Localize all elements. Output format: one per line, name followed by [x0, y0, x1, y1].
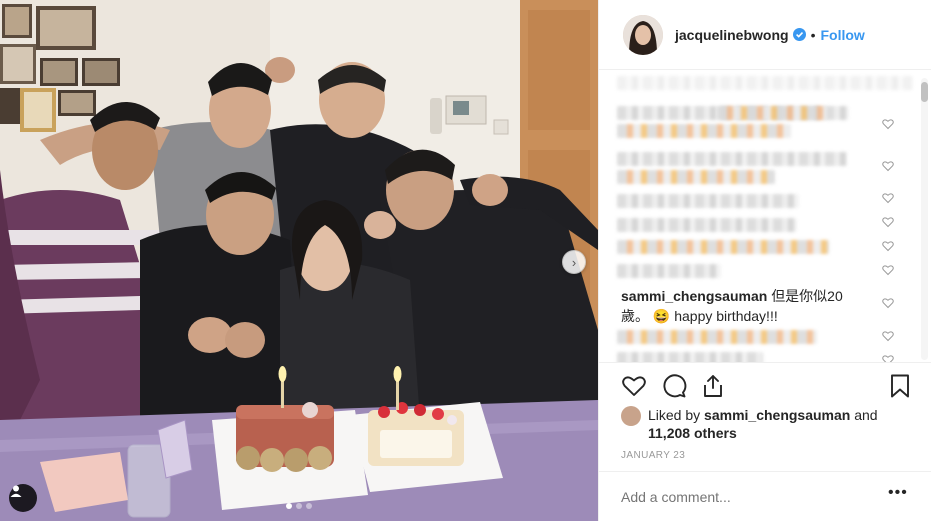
blurred-comment: [617, 330, 817, 344]
blurred-comment: [617, 240, 829, 254]
post-actions: [599, 362, 931, 408]
more-options-icon[interactable]: •••: [888, 484, 908, 504]
carousel-dot: [286, 503, 292, 509]
heart-icon[interactable]: [882, 160, 894, 172]
blurred-comment: [617, 76, 913, 90]
post-date[interactable]: JANUARY 23: [621, 450, 685, 461]
avatar-image: [623, 14, 663, 55]
comment-username[interactable]: sammi_chengsauman: [621, 288, 767, 304]
header-separator: •: [810, 26, 816, 43]
comment-input[interactable]: [621, 488, 881, 506]
likes-summary: Liked by sammi_chengsauman and 11,208 ot…: [621, 406, 921, 442]
post-sidebar: jacquelinebwong • Follow sammi_chengsaum…: [598, 0, 931, 521]
heart-icon[interactable]: [882, 240, 894, 252]
carousel-indicator: [0, 503, 598, 509]
bookmark-icon[interactable]: [887, 373, 913, 399]
liker-username[interactable]: sammi_chengsauman: [704, 407, 850, 423]
heart-icon[interactable]: [621, 373, 647, 399]
chevron-right-icon: ›: [571, 254, 577, 270]
heart-icon[interactable]: [882, 330, 894, 342]
comment-icon[interactable]: [661, 373, 687, 399]
blurred-comment: [617, 264, 721, 278]
comments-list[interactable]: sammi_chengsauman 但是你似20歲。 😆 happy birth…: [599, 72, 921, 362]
heart-icon[interactable]: [882, 192, 894, 204]
carousel-next-button[interactable]: ›: [562, 250, 586, 274]
blurred-comment: [617, 352, 763, 362]
blurred-comment: [617, 194, 799, 208]
heart-icon[interactable]: [882, 118, 894, 130]
blurred-comment: [617, 170, 775, 184]
carousel-dot: [296, 503, 302, 509]
scrollbar-thumb[interactable]: [921, 82, 928, 102]
liker-avatar[interactable]: [621, 406, 641, 426]
share-icon[interactable]: [700, 373, 726, 399]
comments-scrollbar[interactable]: [921, 78, 928, 360]
likes-conjunction: and: [854, 407, 878, 423]
user-icon: [10, 485, 22, 497]
blurred-comment: [717, 106, 827, 120]
post-header: jacquelinebwong • Follow: [599, 0, 931, 70]
heart-icon[interactable]: [882, 264, 894, 276]
author-username[interactable]: jacquelinebwong: [675, 27, 789, 43]
add-comment-bar: •••: [599, 471, 931, 521]
blurred-comment: [617, 124, 791, 138]
heart-icon[interactable]: [882, 216, 894, 228]
likes-prefix: Liked by: [648, 407, 701, 423]
blurred-comment: [617, 152, 847, 166]
post-viewer: › jacquelinebwong • Follow sammi_chengsa…: [0, 0, 931, 521]
follow-button[interactable]: Follow: [820, 27, 864, 43]
post-photo[interactable]: ›: [0, 0, 598, 521]
verified-badge-icon: [792, 28, 806, 41]
likes-text: Liked by sammi_chengsauman and 11,208 ot…: [648, 406, 878, 442]
author-avatar[interactable]: [623, 14, 663, 55]
heart-icon[interactable]: [882, 354, 894, 362]
comment-item: sammi_chengsauman 但是你似20歲。 😆 happy birth…: [621, 286, 869, 326]
blurred-comment: [617, 218, 797, 232]
carousel-dot: [306, 503, 312, 509]
likes-count[interactable]: 11,208 others: [648, 425, 737, 441]
photo-illustration: [0, 0, 598, 521]
heart-icon[interactable]: [882, 297, 894, 309]
